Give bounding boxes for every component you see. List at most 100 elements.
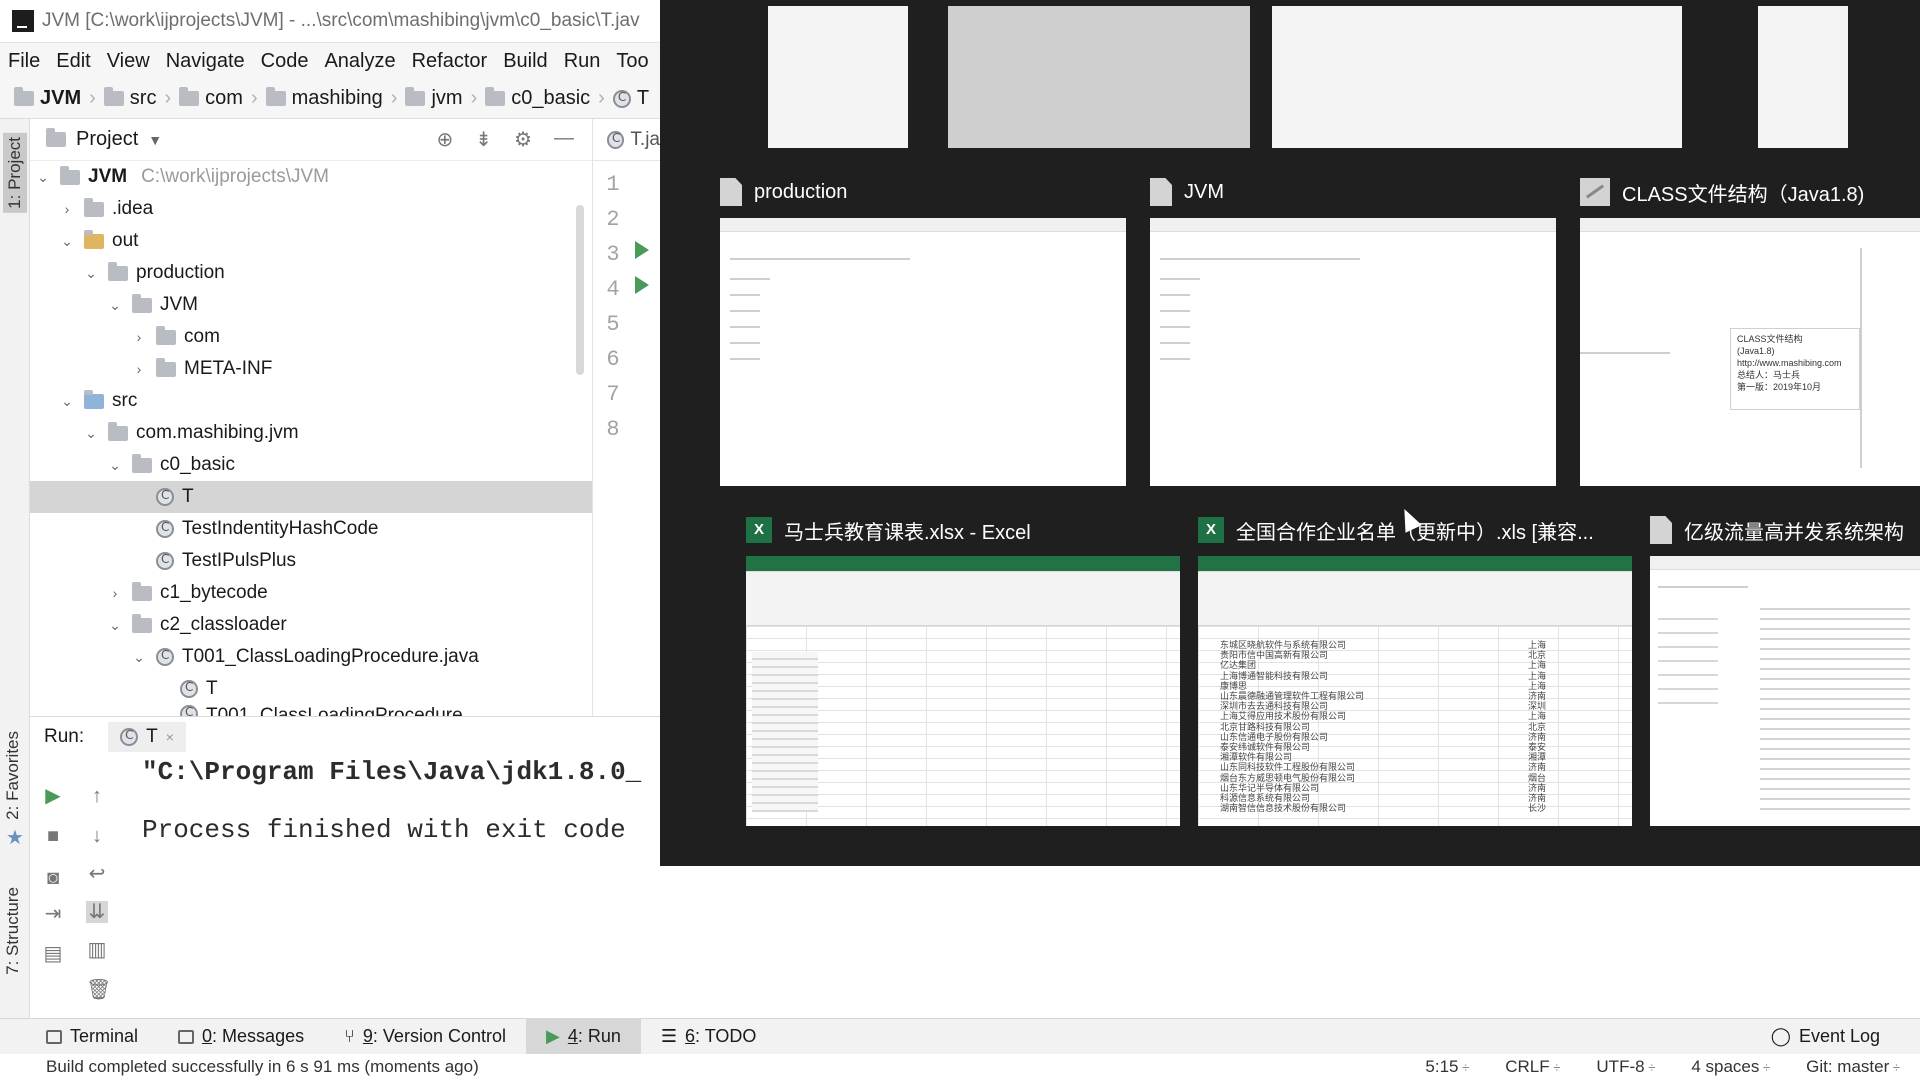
event-log-button[interactable]: ◯ Event Log	[1771, 1026, 1880, 1047]
tab-run[interactable]: ▶ 4: Run	[526, 1019, 641, 1054]
rerun-icon[interactable]: ▶	[42, 785, 64, 807]
menu-view[interactable]: View	[99, 50, 158, 73]
tab-favorites-tool[interactable]: 2: Favorites	[3, 731, 23, 820]
window-thumbnail-partial[interactable]	[1272, 6, 1682, 148]
window-production[interactable]: production	[720, 166, 1130, 486]
gear-icon[interactable]: ⚙	[514, 127, 532, 152]
arrow-up-icon[interactable]: ↑	[86, 785, 108, 807]
console-output[interactable]: "C:\Program Files\Java\jdk1.8.0_ Process…	[142, 757, 641, 845]
tree-item[interactable]: › com	[30, 321, 592, 353]
status-message[interactable]: Build completed successfully in 6 s 91 m…	[0, 1057, 479, 1077]
run-gutter-icon[interactable]	[635, 241, 649, 259]
tab-structure-tool[interactable]: 7: Structure	[3, 887, 23, 975]
chevron-down-icon[interactable]: ⌄	[82, 265, 100, 282]
chevron-right-icon[interactable]: ›	[106, 585, 124, 601]
project-panel-title[interactable]: Project	[76, 128, 138, 151]
breadcrumb-com[interactable]: com	[179, 87, 243, 110]
settings-icon[interactable]: ▤	[42, 943, 64, 965]
chevron-down-icon[interactable]: ⌄	[34, 169, 52, 186]
close-icon[interactable]: ×	[166, 729, 174, 745]
window-jvm[interactable]: JVM	[1150, 166, 1560, 486]
indent-setting[interactable]: 4 spaces	[1691, 1057, 1770, 1077]
class-icon	[607, 130, 625, 149]
restore-layout-icon[interactable]: ⇥	[42, 903, 64, 925]
window-thumbnail-partial[interactable]	[768, 6, 908, 148]
tree-item[interactable]: TestIndentityHashCode	[30, 513, 592, 545]
stop-icon[interactable]: ■	[42, 825, 64, 847]
menu-code[interactable]: Code	[253, 50, 317, 73]
tree-item-root[interactable]: ⌄ JVM C:\work\ijprojects\JVM	[30, 161, 592, 193]
collapse-all-icon[interactable]: ⇟	[475, 127, 492, 152]
breadcrumb-t[interactable]: T	[612, 87, 649, 110]
menu-refactor[interactable]: Refactor	[404, 50, 496, 73]
window-thumbnail-partial[interactable]	[948, 6, 1250, 148]
tree-item[interactable]: ⌄ JVM	[30, 289, 592, 321]
tree-label: TestIndentityHashCode	[182, 518, 379, 539]
tree-item[interactable]: › META-INF	[30, 353, 592, 385]
chevron-down-icon[interactable]: ⌄	[130, 649, 148, 666]
tree-item[interactable]: ⌄ out	[30, 225, 592, 257]
tab-messages[interactable]: 0: Messages	[158, 1019, 324, 1054]
line-separator[interactable]: CRLF	[1505, 1057, 1560, 1077]
tab-todo[interactable]: ☰ 6: TODO	[641, 1019, 777, 1054]
chevron-down-icon[interactable]: ▼	[148, 132, 162, 148]
menu-run[interactable]: Run	[556, 50, 609, 73]
git-branch[interactable]: Git: master	[1806, 1057, 1900, 1077]
ide-title-bar[interactable]: JVM [C:\work\ijprojects\JVM] - ...\src\c…	[0, 0, 660, 43]
menu-build[interactable]: Build	[495, 50, 555, 73]
tree-item[interactable]: ⌄ production	[30, 257, 592, 289]
camera-icon[interactable]: ◙	[42, 867, 64, 889]
tree-item-selected[interactable]: T	[30, 481, 592, 513]
window-excel-course-schedule[interactable]: X 马士兵教育课表.xlsx - Excel	[746, 504, 1182, 826]
menu-edit[interactable]: Edit	[48, 50, 98, 73]
tree-scrollbar[interactable]	[576, 205, 584, 375]
window-high-concurrency-architecture[interactable]: 亿级流量高并发系统架构	[1650, 504, 1920, 826]
file-encoding[interactable]: UTF-8	[1596, 1057, 1655, 1077]
editor-tab[interactable]: T.ja	[593, 119, 660, 161]
project-folder-icon	[14, 87, 34, 106]
chevron-down-icon[interactable]: ⌄	[82, 425, 100, 442]
caret-position[interactable]: 5:15	[1425, 1057, 1469, 1077]
breadcrumb-src[interactable]: src	[103, 87, 156, 110]
tree-item[interactable]: › c1_bytecode	[30, 577, 592, 609]
locate-target-icon[interactable]: ⊕	[437, 127, 454, 152]
tree-item[interactable]: ⌄ c2_classloader	[30, 609, 592, 641]
tree-item[interactable]: ⌄ src	[30, 385, 592, 417]
menu-analyze[interactable]: Analyze	[316, 50, 403, 73]
chevron-right-icon[interactable]: ›	[58, 201, 76, 217]
window-thumbnail-partial[interactable]	[1758, 6, 1848, 148]
breadcrumb-mashibing[interactable]: mashibing	[265, 87, 383, 110]
run-gutter-icon[interactable]	[635, 276, 649, 294]
chevron-right-icon[interactable]: ›	[130, 329, 148, 345]
chevron-right-icon[interactable]: ›	[130, 361, 148, 377]
breadcrumb-jvm[interactable]: JVM	[14, 87, 81, 110]
menu-file[interactable]: File	[0, 50, 48, 73]
arrow-down-icon[interactable]: ↓	[86, 825, 108, 847]
chevron-down-icon[interactable]: ⌄	[106, 457, 124, 474]
tab-version-control[interactable]: ⑂ 9: Version Control	[324, 1019, 526, 1054]
chevron-down-icon[interactable]: ⌄	[106, 297, 124, 314]
menu-tools[interactable]: Too	[608, 50, 656, 73]
breadcrumb-c0-basic[interactable]: c0_basic	[485, 87, 590, 110]
tree-item[interactable]: › .idea	[30, 193, 592, 225]
breadcrumb-jvm-package[interactable]: jvm	[405, 87, 463, 110]
run-config-tab[interactable]: T×	[108, 722, 186, 752]
soft-wrap-icon[interactable]: ↩	[86, 863, 108, 885]
tree-item[interactable]: ⌄ c0_basic	[30, 449, 592, 481]
tab-terminal[interactable]: Terminal	[0, 1019, 158, 1054]
chevron-down-icon[interactable]: ⌄	[58, 393, 76, 410]
scroll-to-end-icon[interactable]: ⇊	[86, 901, 108, 923]
chevron-down-icon[interactable]: ⌄	[106, 617, 124, 634]
tree-item[interactable]: ⌄ T001_ClassLoadingProcedure.java	[30, 641, 592, 673]
window-class-structure[interactable]: CLASS文件结构（Java1.8) CLASS文件结构 (Java1.8) h…	[1580, 166, 1920, 486]
tree-item[interactable]: ⌄ com.mashibing.jvm	[30, 417, 592, 449]
trash-icon[interactable]: 🗑	[86, 979, 111, 1001]
tree-item[interactable]: TestIPulsPlus	[30, 545, 592, 577]
minimize-icon[interactable]: —	[554, 127, 574, 152]
print-icon[interactable]: ▥	[86, 939, 108, 961]
chevron-down-icon[interactable]: ⌄	[58, 233, 76, 250]
menu-navigate[interactable]: Navigate	[158, 50, 253, 73]
window-thumbnail	[1650, 556, 1920, 826]
tree-item[interactable]: T	[30, 673, 592, 705]
tab-project-tool[interactable]: 1: Project	[3, 133, 27, 213]
